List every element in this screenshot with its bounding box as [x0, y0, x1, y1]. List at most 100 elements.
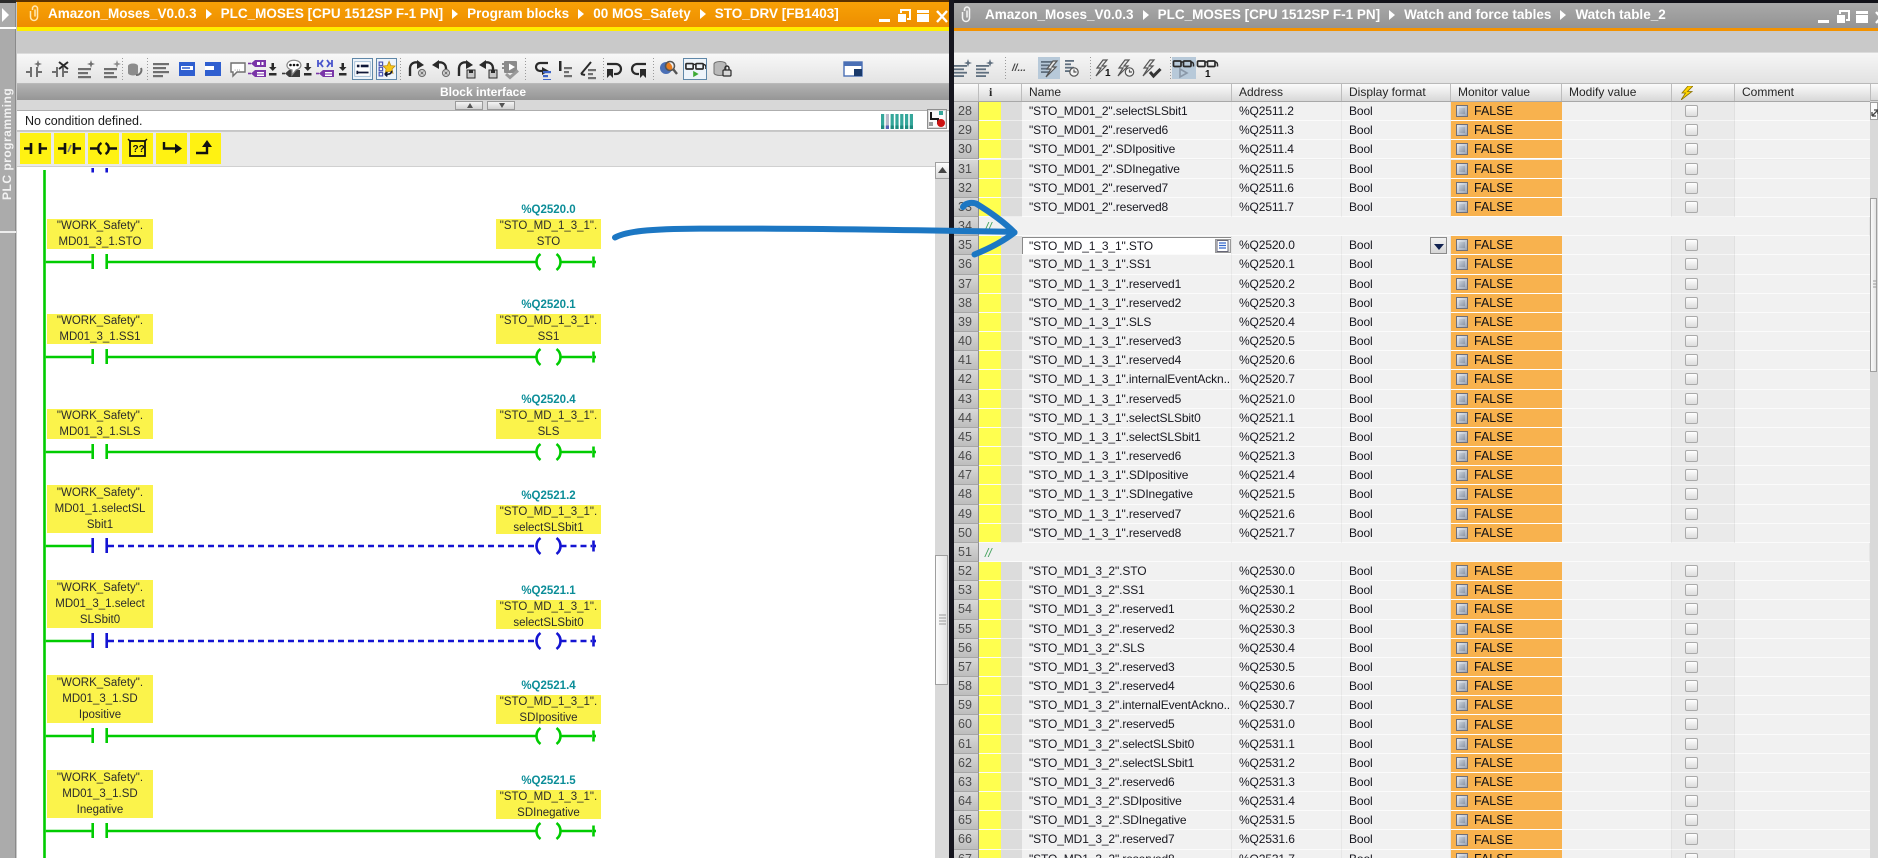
display-format-cell[interactable]: Bool [1342, 179, 1451, 198]
breadcrumb-item[interactable]: Amazon_Moses_V0.0.3 [985, 7, 1134, 22]
comment-cell[interactable] [1735, 428, 1870, 447]
display-format-cell[interactable]: Bool [1342, 332, 1451, 351]
address-cell[interactable]: %Q2511.6 [1232, 179, 1342, 198]
modify-now-icon[interactable] [1140, 57, 1162, 79]
comment-cell[interactable] [1735, 524, 1870, 543]
favorite-normally-open-contact-button[interactable] [20, 133, 51, 164]
table-row[interactable]: 35"STO_MD_1_3_1".STO%Q2520.0BoolFALSE [954, 236, 1870, 255]
modify-checkbox[interactable] [1685, 143, 1698, 155]
monitor-value-cell[interactable]: FALSE [1451, 792, 1562, 811]
restore-button[interactable] [897, 9, 911, 23]
modify-enable-cell[interactable] [1672, 773, 1735, 792]
modify-enable-cell[interactable] [1672, 696, 1735, 715]
goto-related-access-icon[interactable] [530, 58, 552, 80]
name-cell[interactable]: "STO_MD_1_3_1".reserved4 [1022, 351, 1232, 370]
address-cell[interactable]: %Q2521.7 [1232, 524, 1342, 543]
insert-network-icon[interactable] [23, 58, 45, 80]
monitor-value-cell[interactable]: FALSE [1451, 754, 1562, 773]
comment-cell[interactable] [1735, 198, 1870, 217]
modify-checkbox[interactable] [1685, 278, 1698, 290]
minimize-button[interactable] [1817, 10, 1831, 24]
table-row[interactable]: 46"STO_MD_1_3_1".reserved6%Q2521.3BoolFA… [954, 447, 1870, 466]
monitoring-on-off-icon[interactable] [683, 58, 707, 80]
address-cell[interactable]: %Q2511.7 [1232, 198, 1342, 217]
modify-value-cell[interactable] [1562, 198, 1672, 217]
display-format-cell[interactable]: Bool [1342, 696, 1451, 715]
name-cell[interactable]: "STO_MD_1_3_1".SDInegative [1022, 485, 1232, 504]
monitor-value-cell[interactable]: FALSE [1451, 639, 1562, 658]
name-cell[interactable]: "STO_MD1_3_2".SDInegative [1022, 811, 1232, 830]
name-cell[interactable]: "STO_MD1_3_2".reserved7 [1022, 830, 1232, 849]
name-cell[interactable]: "STO_MD_1_3_1".reserved7 [1022, 505, 1232, 524]
modify-checkbox[interactable] [1685, 527, 1698, 539]
address-cell[interactable]: %Q2511.3 [1232, 121, 1342, 140]
modify-enable-cell[interactable] [1672, 485, 1735, 504]
modify-value-cell[interactable] [1562, 370, 1672, 389]
contact-operand-label[interactable]: "WORK_Safety".MD01_3_1.SDIpositive [47, 675, 153, 723]
comment-cell[interactable] [1735, 102, 1870, 121]
address-cell[interactable]: %Q2530.1 [1232, 581, 1342, 600]
modify-enable-cell[interactable] [1672, 236, 1735, 255]
address-cell[interactable]: %Q2521.1 [1232, 409, 1342, 428]
operand-representation-icon[interactable] [281, 58, 303, 80]
modify-checkbox[interactable] [1685, 316, 1698, 328]
comment-cell[interactable] [1735, 754, 1870, 773]
contact-operand-label[interactable]: "WORK_Safety".MD01_3_1.SLS [47, 409, 153, 439]
comment-cell[interactable] [1735, 773, 1870, 792]
table-row[interactable]: 38"STO_MD_1_3_1".reserved2%Q2520.3BoolFA… [954, 294, 1870, 313]
contact-operand-label[interactable]: "WORK_Safety".MD01_3_1.SDInegative [47, 770, 153, 818]
table-row[interactable]: 54"STO_MD1_3_2".reserved1%Q2530.2BoolFAL… [954, 600, 1870, 619]
name-cell[interactable]: "STO_MD1_3_2".reserved5 [1022, 715, 1232, 734]
column-header-Comment[interactable]: Comment [1735, 84, 1878, 101]
table-row[interactable]: 31"STO_MD01_2".SDInegative%Q2511.5BoolFA… [954, 160, 1870, 179]
column-header-i[interactable]: i [979, 84, 1022, 101]
monitor-value-cell[interactable]: FALSE [1451, 121, 1562, 140]
table-row[interactable]: 37"STO_MD_1_3_1".reserved1%Q2520.2BoolFA… [954, 275, 1870, 294]
table-row[interactable]: 36"STO_MD_1_3_1".SS1%Q2520.1BoolFALSE [954, 255, 1870, 274]
modify-value-cell[interactable] [1562, 409, 1672, 428]
comment-cell[interactable] [1735, 179, 1870, 198]
synchronize-calls-icon[interactable] [476, 58, 498, 80]
table-row[interactable]: 56"STO_MD1_3_2".SLS%Q2530.4BoolFALSE [954, 639, 1870, 658]
modify-checkbox[interactable] [1685, 105, 1698, 117]
modify-enable-cell[interactable] [1672, 639, 1735, 658]
modify-value-cell[interactable] [1562, 773, 1672, 792]
display-format-cell[interactable]: Bool [1342, 313, 1451, 332]
modify-enable-cell[interactable] [1672, 313, 1735, 332]
modify-enable-cell[interactable] [1672, 428, 1735, 447]
name-cell[interactable]: "STO_MD_1_3_1".internalEventAckn... [1022, 370, 1232, 389]
monitor-value-cell[interactable]: FALSE [1451, 370, 1562, 389]
display-format-cell[interactable]: Bool [1342, 370, 1451, 389]
monitor-value-cell[interactable]: FALSE [1451, 505, 1562, 524]
retain-values-icon[interactable] [711, 58, 733, 80]
modify-enable-cell[interactable] [1672, 121, 1735, 140]
modify-value-cell[interactable] [1562, 505, 1672, 524]
modify-enable-cell[interactable] [1672, 160, 1735, 179]
monitor-value-cell[interactable]: FALSE [1451, 409, 1562, 428]
ladder-scrollbar-thumb[interactable] [935, 555, 948, 685]
table-row[interactable]: 53"STO_MD1_3_2".SS1%Q2530.1BoolFALSE [954, 581, 1870, 600]
modify-checkbox[interactable] [1685, 565, 1698, 577]
modify-enable-cell[interactable] [1672, 294, 1735, 313]
address-cell[interactable]: %Q2530.2 [1232, 600, 1342, 619]
table-row[interactable]: 65"STO_MD1_3_2".SDInegative%Q2531.5BoolF… [954, 811, 1870, 830]
address-cell[interactable]: %Q2530.5 [1232, 658, 1342, 677]
favorites-view-icon[interactable] [376, 58, 397, 80]
name-cell[interactable]: "STO_MD1_3_2".SS1 [1022, 581, 1232, 600]
maximize-button[interactable] [1855, 10, 1869, 24]
column-header-Name[interactable]: Name [1022, 84, 1232, 101]
comment-cell[interactable] [1735, 581, 1870, 600]
favorite-normally-closed-contact-button[interactable] [54, 133, 85, 164]
name-cell[interactable]: "STO_MD_1_3_1".SLS [1022, 313, 1232, 332]
display-format-cell[interactable]: Bool [1342, 466, 1451, 485]
name-cell[interactable]: "STO_MD_1_3_1".SS1 [1022, 255, 1232, 274]
modify-checkbox[interactable] [1685, 412, 1698, 424]
comment-row-cell[interactable]: // [979, 543, 1870, 562]
display-format-cell[interactable]: Bool [1342, 236, 1451, 255]
monitor-value-cell[interactable]: FALSE [1451, 735, 1562, 754]
modify-value-cell[interactable] [1562, 792, 1672, 811]
modify-checkbox[interactable] [1685, 354, 1698, 366]
table-row[interactable]: 66"STO_MD1_3_2".reserved7%Q2531.6BoolFAL… [954, 830, 1870, 849]
modify-value-cell[interactable] [1562, 696, 1672, 715]
display-format-cell[interactable]: Bool [1342, 754, 1451, 773]
